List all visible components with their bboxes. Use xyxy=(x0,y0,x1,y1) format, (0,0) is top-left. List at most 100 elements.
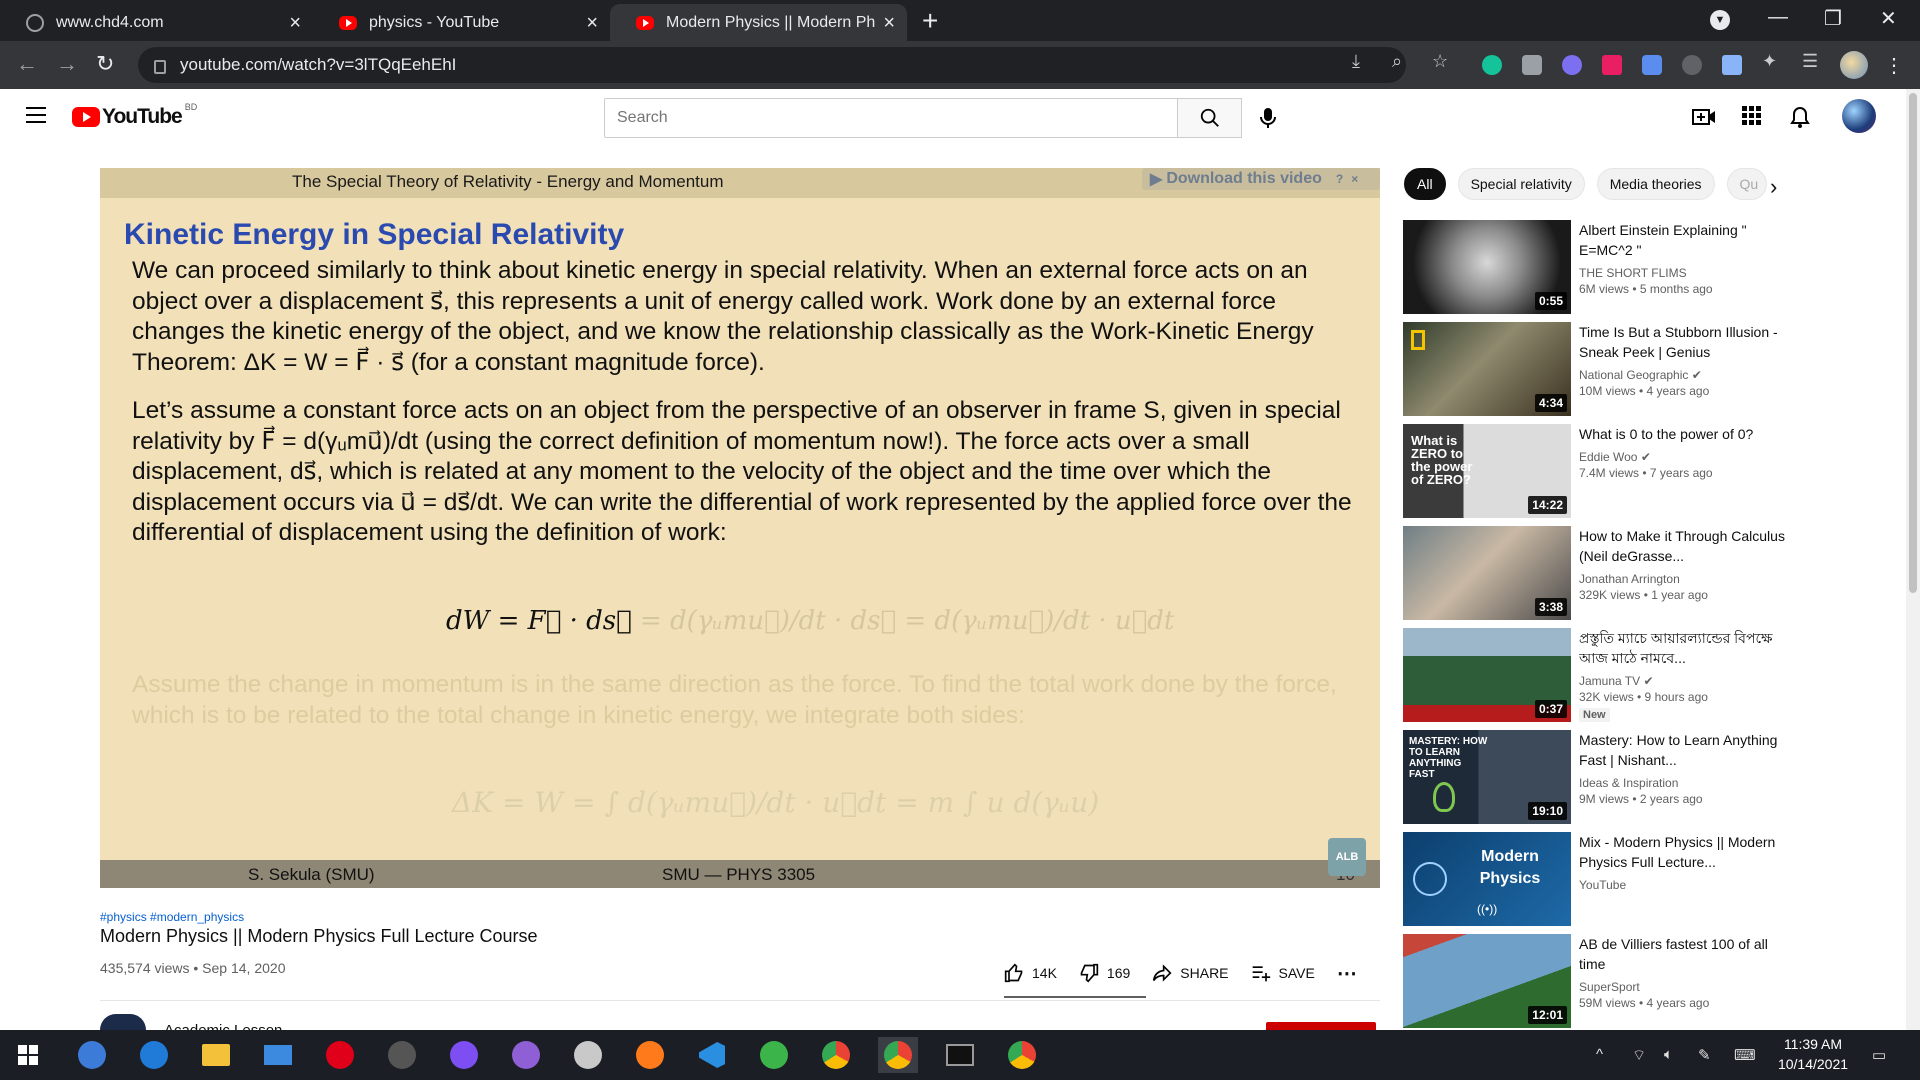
forward-icon[interactable]: → xyxy=(56,51,78,77)
more-actions-icon[interactable]: ⋯ xyxy=(1337,961,1357,986)
grammarly-extension-icon[interactable] xyxy=(1482,55,1502,75)
file-explorer-icon[interactable] xyxy=(196,1037,236,1073)
video-thumbnail[interactable]: 12:01 xyxy=(1403,934,1571,1028)
close-icon[interactable]: × xyxy=(883,13,895,33)
menu-icon[interactable] xyxy=(26,107,46,128)
recommendation-title[interactable]: What is 0 to the power of 0? xyxy=(1579,424,1789,444)
zoom-icon[interactable]: ⌕ xyxy=(1392,51,1402,72)
chevron-right-icon[interactable]: › xyxy=(1770,174,1777,200)
video-thumbnail[interactable]: 0:55 xyxy=(1403,220,1571,314)
network-icon[interactable]: ⌔ xyxy=(1632,1046,1646,1065)
recommendation-title[interactable]: প্রস্তুতি ম্যাচে আয়ারল্যান্ডের বিপক্ষে … xyxy=(1579,628,1789,668)
volume-icon[interactable]: 🔈︎ xyxy=(1664,1046,1673,1063)
help-icon[interactable]: ? xyxy=(1336,172,1343,186)
recommendation-item[interactable]: What is ZERO to the power of ZERO? 14:22… xyxy=(1403,424,1903,518)
video-thumbnail[interactable]: 0:37 xyxy=(1403,628,1571,722)
video-hashtags[interactable]: #physics #modern_physics xyxy=(100,910,244,924)
create-video-button[interactable] xyxy=(1692,106,1716,133)
window-close-icon[interactable]: ✕ xyxy=(1880,6,1897,31)
chrome-profile-icon[interactable] xyxy=(1002,1037,1042,1073)
subscribe-button[interactable] xyxy=(1266,1022,1376,1030)
chrome-icon[interactable] xyxy=(816,1037,856,1073)
tab-physics-youtube[interactable]: physics - YouTube × xyxy=(313,4,610,41)
pen-icon[interactable]: ✎ xyxy=(1698,1046,1711,1064)
recommendation-item[interactable]: 3:38 How to Make it Through Calculus (Ne… xyxy=(1403,526,1903,620)
terminal-icon[interactable] xyxy=(940,1037,980,1073)
app-icon[interactable] xyxy=(382,1037,422,1073)
share-button[interactable]: SHARE xyxy=(1152,963,1229,983)
recommendation-item[interactable]: 0:55 Albert Einstein Explaining " E=MC^2… xyxy=(1403,220,1903,314)
video-thumbnail[interactable]: Modern Physics ((•)) xyxy=(1403,832,1571,926)
voice-search-button[interactable] xyxy=(1258,106,1278,135)
close-icon[interactable]: × xyxy=(1351,172,1358,186)
chip-all[interactable]: All xyxy=(1404,168,1446,200)
restore-icon[interactable]: ❐ xyxy=(1824,6,1842,31)
chrome-active-icon[interactable] xyxy=(878,1037,918,1073)
extensions-puzzle-icon[interactable]: ✦ xyxy=(1762,51,1777,72)
browser-profile-avatar[interactable] xyxy=(1840,51,1868,79)
channel-name[interactable]: Academic Lesson xyxy=(164,1022,282,1030)
reload-icon[interactable]: ↻ xyxy=(96,51,114,77)
channel-watermark[interactable]: ALB xyxy=(1328,838,1366,876)
vscode-icon[interactable] xyxy=(692,1037,732,1073)
recommendation-item[interactable]: Modern Physics ((•)) Mix - Modern Physic… xyxy=(1403,832,1903,926)
taskbar-clock[interactable]: 11:39 AM 10/14/2021 xyxy=(1768,1034,1858,1074)
pen-extension-icon[interactable] xyxy=(1722,55,1742,75)
chevron-up-icon[interactable]: ^ xyxy=(1596,1046,1603,1063)
opera-icon[interactable] xyxy=(320,1037,360,1073)
messenger-icon[interactable] xyxy=(444,1037,484,1073)
youtube-logo[interactable]: YouTube BD xyxy=(72,102,197,129)
windows-start-icon[interactable] xyxy=(8,1037,48,1073)
recommendation-title[interactable]: Mastery: How to Learn Anything Fast | Ni… xyxy=(1579,730,1789,770)
download-video-button[interactable]: ▶ Download this video ? × xyxy=(1142,168,1380,190)
new-tab-button[interactable]: + xyxy=(922,6,938,36)
tab-search-icon[interactable]: ▼ xyxy=(1710,10,1730,30)
recommendation-title[interactable]: AB de Villiers fastest 100 of all time xyxy=(1579,934,1789,974)
search-input[interactable] xyxy=(604,98,1178,138)
recommendation-channel[interactable]: YouTube xyxy=(1579,878,1789,892)
video-thumbnail[interactable]: 3:38 xyxy=(1403,526,1571,620)
recommendation-channel[interactable]: National Geographic ✔ xyxy=(1579,368,1789,382)
page-scrollbar[interactable] xyxy=(1906,89,1920,1030)
github-icon[interactable] xyxy=(506,1037,546,1073)
recommendation-title[interactable]: Time Is But a Stubborn Illusion - Sneak … xyxy=(1579,322,1789,362)
reading-list-icon[interactable]: ☰ xyxy=(1802,51,1818,72)
video-thumbnail[interactable]: MASTERY: HOW TO LEARN ANYTHING FAST 19:1… xyxy=(1403,730,1571,824)
app-icon[interactable] xyxy=(754,1037,794,1073)
qbittorrent-icon[interactable] xyxy=(72,1037,112,1073)
minimize-icon[interactable]: — xyxy=(1768,6,1788,29)
recommendation-item[interactable]: MASTERY: HOW TO LEARN ANYTHING FAST 19:1… xyxy=(1403,730,1903,824)
recommendation-channel[interactable]: Jamuna TV ✔ xyxy=(1579,674,1789,688)
scrollbar-thumb[interactable] xyxy=(1909,93,1917,593)
recommendation-channel[interactable]: THE SHORT FLIMS xyxy=(1579,266,1789,280)
chip-media-theories[interactable]: Media theories xyxy=(1596,168,1715,200)
back-icon[interactable]: ← xyxy=(16,51,38,77)
chip-special-relativity[interactable]: Special relativity xyxy=(1457,168,1585,200)
recommendation-title[interactable]: How to Make it Through Calculus (Neil de… xyxy=(1579,526,1789,566)
recommendation-item[interactable]: 12:01 AB de Villiers fastest 100 of all … xyxy=(1403,934,1903,1028)
video-player[interactable]: The Special Theory of Relativity - Energ… xyxy=(100,168,1380,888)
recommendation-title[interactable]: Mix - Modern Physics || Modern Physics F… xyxy=(1579,832,1789,872)
recommendation-item[interactable]: 4:34 Time Is But a Stubborn Illusion - S… xyxy=(1403,322,1903,416)
mail-icon[interactable] xyxy=(258,1037,298,1073)
recommendation-channel[interactable]: SuperSport xyxy=(1579,980,1789,994)
install-icon[interactable]: ⤓ xyxy=(1352,51,1360,72)
camera-extension-icon[interactable] xyxy=(1522,55,1542,75)
like-button[interactable]: 14K xyxy=(1004,963,1057,983)
close-icon[interactable]: × xyxy=(289,13,301,33)
notification-center-icon[interactable]: ▭ xyxy=(1872,1046,1886,1064)
address-bar[interactable]: youtube.com/watch?v=3lTQqEehEhI xyxy=(138,47,1406,83)
download-extension-icon[interactable] xyxy=(1642,55,1662,75)
bookmark-star-icon[interactable]: ☆ xyxy=(1432,51,1448,72)
recommendation-channel[interactable]: Jonathan Arrington xyxy=(1579,572,1789,586)
user-avatar[interactable] xyxy=(1842,99,1876,133)
dislike-button[interactable]: 169 xyxy=(1079,963,1130,983)
channel-avatar[interactable] xyxy=(100,1014,146,1030)
play-extension-icon[interactable] xyxy=(1602,55,1622,75)
close-icon[interactable]: × xyxy=(586,13,598,33)
recommendation-channel[interactable]: Ideas & Inspiration xyxy=(1579,776,1789,790)
keyboard-icon[interactable]: ⌨ xyxy=(1734,1046,1756,1064)
recommendation-item[interactable]: 0:37 প্রস্তুতি ম্যাচে আয়ারল্যান্ডের বিপ… xyxy=(1403,628,1903,722)
tab-chd4[interactable]: www.chd4.com × xyxy=(0,4,313,41)
chip-partial[interactable]: Qu xyxy=(1726,168,1767,200)
